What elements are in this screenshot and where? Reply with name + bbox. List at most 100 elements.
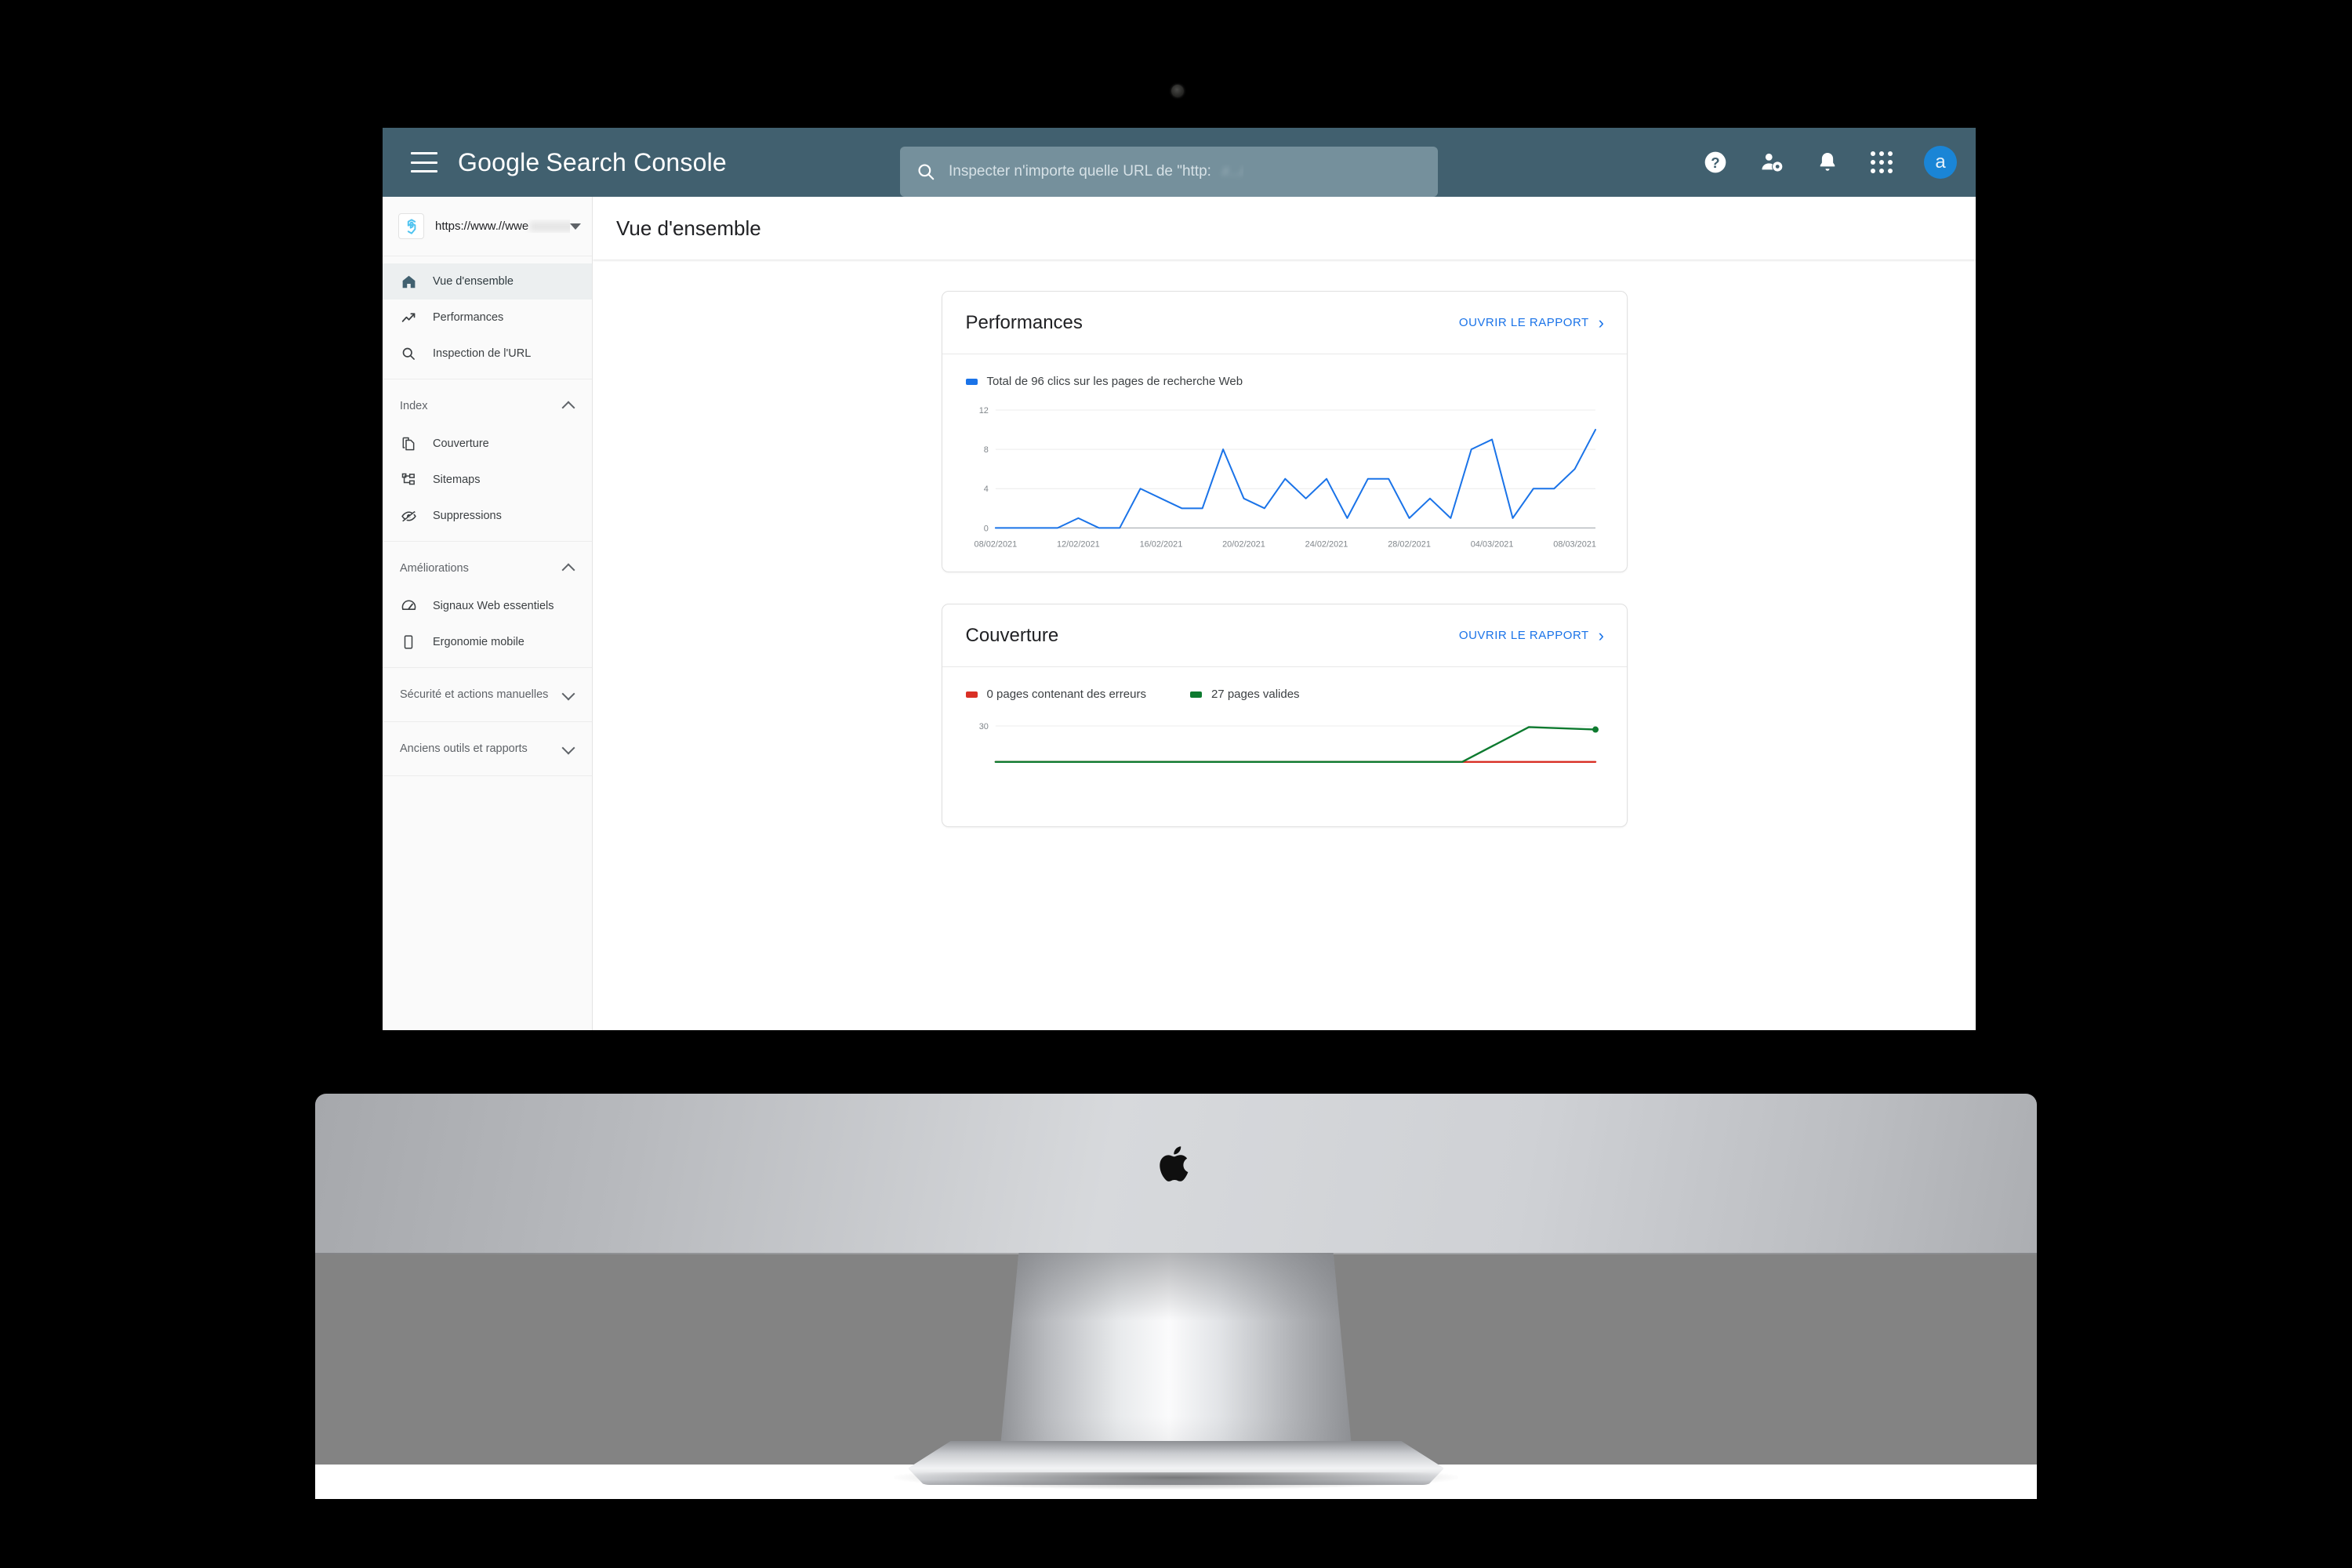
performances-chart-svg: 0 4 8 12 08/02/2021 12/02/2021 16/02/2021 20/02… [974, 406, 1603, 549]
performances-chart: 0 4 8 12 08/02/2021 12/02/2021 16/02/2021 20/02… [966, 402, 1603, 554]
chevron-up-icon[interactable] [564, 563, 575, 574]
chart-legend-couverture: 0 pages contenant des erreurs 27 pages v… [965, 688, 1603, 702]
content-area: Vue d'ensemble Performances OUVRIR LE RA… [593, 197, 1976, 1030]
sidebar-item-label: Suppressions [433, 510, 502, 522]
sidebar-section-header-securite[interactable]: Sécurité et actions manuelles [383, 675, 592, 714]
svg-text:08/02/2021: 08/02/2021 [974, 539, 1017, 549]
notifications-bell-icon[interactable] [1816, 151, 1839, 174]
svg-text:16/02/2021: 16/02/2021 [1139, 539, 1182, 549]
property-logo-icon [398, 213, 424, 239]
open-report-button-couverture[interactable]: OUVRIR LE RAPPORT › [1458, 625, 1605, 645]
legend-label: Total de 96 clics sur les pages de reche… [986, 375, 1243, 388]
sidebar-item-label: Signaux Web essentiels [433, 600, 554, 612]
eye-off-icon [400, 507, 417, 524]
chevron-down-icon[interactable] [570, 223, 581, 230]
sidebar-item-label: Sitemaps [433, 474, 481, 486]
brand-title: Google Search Console [458, 148, 727, 177]
sidebar-item-label: Ergonomie mobile [433, 636, 524, 648]
card-body: 0 pages contenant des erreurs 27 pages v… [942, 667, 1627, 826]
search-icon [918, 164, 935, 180]
chevron-right-icon: › [1598, 312, 1605, 332]
user-settings-icon[interactable] [1759, 150, 1784, 175]
legend-item[interactable]: 0 pages contenant des erreurs [965, 688, 1146, 701]
card-body: Total de 96 clics sur les pages de reche… [942, 354, 1627, 572]
open-report-label: OUVRIR LE RAPPORT [1458, 316, 1589, 329]
search-placeholder-redacted: //…/ [1221, 165, 1244, 179]
svg-text:8: 8 [983, 445, 988, 455]
search-placeholder: Inspecter n'importe quelle URL de "http:… [949, 163, 1243, 180]
screenshot-stage: Google Search Console Inspecter n'importe… [0, 0, 2352, 1568]
sidebar-section-header-ameliorations[interactable]: Améliorations [383, 549, 592, 588]
sidebar-item-sitemaps[interactable]: Sitemaps [383, 462, 592, 498]
sidebar-section-header-anciens-outils[interactable]: Anciens outils et rapports [383, 729, 592, 768]
search-placeholder-text: Inspecter n'importe quelle URL de "http: [949, 163, 1211, 180]
card-title: Couverture [965, 624, 1059, 646]
chart-legend-performances: Total de 96 clics sur les pages de reche… [965, 375, 1603, 388]
display-screen: Google Search Console Inspecter n'importe… [383, 128, 1976, 1030]
couverture-chart-svg: 30 [978, 722, 1599, 809]
sidebar-item-vue-densemble[interactable]: Vue d'ensemble [383, 263, 592, 299]
avatar[interactable]: a [1924, 146, 1957, 179]
legend-item[interactable]: 27 pages valides [1189, 688, 1300, 702]
sidebar-section-title: Anciens outils et rapports [400, 742, 528, 755]
card-title: Performances [965, 311, 1083, 333]
card-header: Couverture OUVRIR LE RAPPORT › [942, 604, 1627, 668]
help-icon[interactable]: ? [1703, 150, 1728, 175]
sidebar-item-label: Vue d'ensemble [433, 275, 514, 288]
sidebar-section-anciens-outils: Anciens outils et rapports [383, 722, 592, 776]
legend-swatch [1189, 691, 1202, 698]
open-report-label: OUVRIR LE RAPPORT [1458, 629, 1589, 643]
sidebar-item-ergonomie-mobile[interactable]: Ergonomie mobile [383, 624, 592, 660]
app-bar: Google Search Console Inspecter n'importe… [383, 128, 1976, 197]
url-inspection-search-bar[interactable]: Inspecter n'importe quelle URL de "http:… [900, 147, 1438, 197]
chevron-down-icon[interactable] [564, 743, 575, 754]
sidebar-primary-group: Vue d'ensemble Performances Inspection d… [383, 256, 592, 379]
svg-text:4: 4 [983, 485, 988, 494]
sidebar-item-signaux-web-essentiels[interactable]: Signaux Web essentiels [383, 588, 592, 624]
sidebar-item-couverture[interactable]: Couverture [383, 426, 592, 462]
imac-chassis-top [315, 1094, 2037, 1254]
webcam-icon [1171, 85, 1184, 97]
svg-text:24/02/2021: 24/02/2021 [1305, 539, 1348, 549]
mobile-phone-icon [400, 633, 417, 651]
sidebar-item-label: Couverture [433, 437, 489, 450]
main-body: https://www.//wwe Vue d'ensemble Perform… [383, 197, 1976, 1030]
legend-swatch [965, 691, 978, 698]
sidebar-item-label: Performances [433, 311, 504, 324]
trending-up-icon [400, 309, 417, 326]
property-url: https://www.//wwe [435, 220, 570, 233]
property-url-text: https://www.//wwe [435, 220, 529, 233]
svg-text:12: 12 [978, 406, 988, 416]
sitemap-tree-icon [400, 471, 417, 488]
svg-text:28/02/2021: 28/02/2021 [1388, 539, 1431, 549]
sidebar-section-title: Sécurité et actions manuelles [400, 688, 549, 701]
legend-label: 27 pages valides [1210, 688, 1300, 702]
svg-text:0: 0 [983, 524, 988, 533]
card-header: Performances OUVRIR LE RAPPORT › [942, 292, 1627, 354]
sidebar-item-suppressions[interactable]: Suppressions [383, 498, 592, 534]
chevron-right-icon: › [1598, 625, 1605, 645]
hamburger-menu-icon[interactable] [411, 152, 437, 172]
sidebar-section-title: Améliorations [400, 562, 469, 575]
apple-logo-icon [1160, 1146, 1189, 1181]
sidebar-section-securite: Sécurité et actions manuelles [383, 668, 592, 722]
pages-copy-icon [400, 435, 417, 452]
sidebar-section-title: Index [400, 400, 428, 412]
property-selector[interactable]: https://www.//wwe [383, 197, 592, 256]
chevron-down-icon[interactable] [564, 689, 575, 700]
sidebar-section-header-index[interactable]: Index [383, 387, 592, 426]
open-report-button-performances[interactable]: OUVRIR LE RAPPORT › [1459, 314, 1605, 332]
sidebar-item-performances[interactable]: Performances [383, 299, 592, 336]
card-couverture: Couverture OUVRIR LE RAPPORT › 0 pages c… [941, 604, 1628, 827]
card-performances: Performances OUVRIR LE RAPPORT › Total d… [941, 291, 1628, 573]
legend-swatch [965, 378, 978, 385]
sidebar-section-ameliorations: Améliorations Signaux Web essentiels Erg… [383, 542, 592, 668]
legend-item[interactable]: Total de 96 clics sur les pages de reche… [965, 375, 1243, 388]
app-bar-actions: ? a [1703, 128, 1957, 197]
couverture-chart: 30 [966, 715, 1603, 809]
page-header: Vue d'ensemble [593, 197, 1976, 260]
chevron-up-icon[interactable] [564, 401, 575, 412]
sidebar-item-inspection-de-lurl[interactable]: Inspection de l'URL [383, 336, 592, 372]
content-scroll-area[interactable]: Performances OUVRIR LE RAPPORT › Total d… [593, 260, 1976, 1030]
apps-grid-icon[interactable] [1871, 151, 1893, 173]
